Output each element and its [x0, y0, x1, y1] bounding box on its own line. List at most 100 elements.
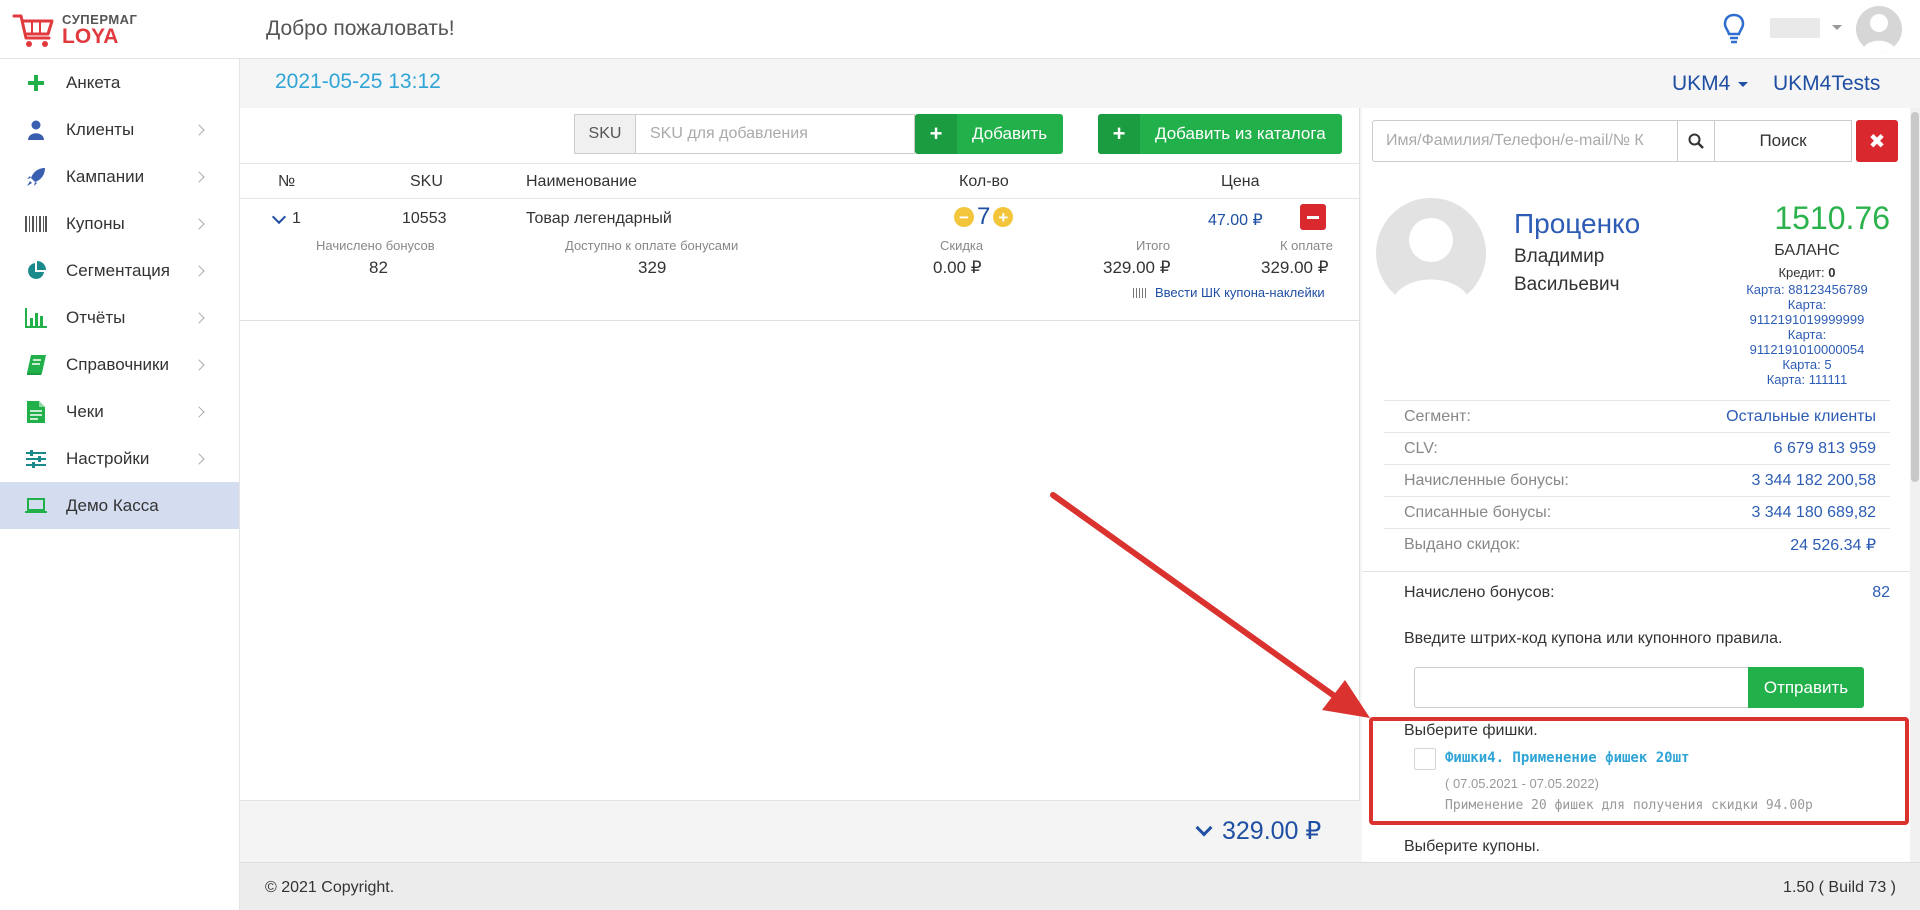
stat-row: Сегмент: Остальные клиенты	[1384, 400, 1890, 432]
available-label: Доступно к оплате бонусами	[565, 238, 739, 253]
user-icon	[24, 118, 48, 142]
add-from-catalog-button[interactable]: + Добавить из каталога	[1098, 114, 1342, 154]
top-bar: СУПЕРМАГ LOYA Добро пожаловать!	[0, 0, 1920, 59]
sidebar-item-receipts[interactable]: Чеки	[0, 388, 239, 435]
sidebar-item-label: Отчёты	[66, 307, 126, 327]
client-middle-name: Васильевич	[1514, 274, 1620, 295]
sidebar-item-anketa[interactable]: Анкета	[0, 59, 239, 106]
logo[interactable]: СУПЕРМАГ LOYA	[12, 8, 212, 52]
sidebar-item-label: Демо Касса	[66, 495, 159, 515]
scrollbar-thumb[interactable]	[1911, 112, 1919, 482]
sidebar-item-directories[interactable]: Справочники	[0, 341, 239, 388]
version: 1.50 ( Build 73 )	[1783, 879, 1896, 896]
table-row: 1 10553 Товар легендарный − 7 + 47.00 ₽ …	[240, 199, 1360, 321]
row-price[interactable]: 47.00 ₽	[1208, 210, 1263, 230]
quantity-value[interactable]: 7	[977, 203, 990, 231]
bonus-value: 82	[369, 258, 388, 277]
sidebar-item-label: Справочники	[66, 354, 169, 374]
plus-icon: +	[1098, 114, 1140, 154]
row-expand-toggle[interactable]: 1	[271, 209, 301, 228]
barcode-icon	[1133, 287, 1147, 298]
sku-addon-label: SKU	[574, 114, 636, 154]
store-name[interactable]: UKM4Tests	[1773, 72, 1880, 96]
logo-line-2: LOYA	[62, 25, 119, 48]
stat-row: Начисленные бонусы: 3 344 182 200,58	[1384, 464, 1890, 496]
sidebar-item-reports[interactable]: Отчёты	[0, 294, 239, 341]
page-title: Добро пожаловать!	[266, 17, 455, 40]
divider	[1362, 571, 1910, 572]
client-search-input[interactable]	[1372, 120, 1678, 162]
sku-input[interactable]	[636, 114, 915, 154]
available-value: 329	[638, 258, 667, 277]
user-name-placeholder[interactable]	[1770, 18, 1820, 38]
sidebar-item-campaigns[interactable]: Кампании	[0, 153, 239, 200]
sidebar-item-coupons[interactable]: Купоны	[0, 200, 239, 247]
column-header-qty: Кол-во	[959, 173, 1009, 190]
card-line: Карта: 5	[1782, 357, 1832, 372]
search-button[interactable]: Поиск	[1714, 120, 1852, 162]
column-header-sku: SKU	[410, 173, 443, 190]
credit-label: Кредит:	[1778, 265, 1825, 280]
discount-label: Скидка	[940, 238, 984, 253]
chevron-right-icon	[193, 311, 205, 324]
stat-value[interactable]: Остальные клиенты	[1726, 408, 1876, 426]
sidebar-item-label: Купоны	[66, 213, 125, 233]
chevron-right-icon	[193, 123, 205, 136]
earned-bonuses: Начислено бонусов: 82	[1404, 584, 1890, 602]
stat-row: Выдано скидок: 24 526.34 ₽	[1384, 528, 1890, 560]
store-selector[interactable]: UKM4	[1672, 72, 1749, 96]
chevron-right-icon	[193, 358, 205, 371]
sidebar-item-label: Кампании	[66, 166, 145, 186]
column-header-num: №	[278, 173, 296, 190]
client-last-name: Проценко	[1514, 208, 1641, 239]
caret-down-icon	[1738, 81, 1749, 87]
sidebar-item-clients[interactable]: Клиенты	[0, 106, 239, 153]
remove-row-button[interactable]	[1300, 204, 1326, 230]
balance-label: БАЛАНС	[1774, 242, 1840, 259]
search-icon[interactable]	[1677, 120, 1715, 162]
scrollbar[interactable]	[1910, 108, 1920, 862]
sidebar-item-segmentation[interactable]: Сегментация	[0, 247, 239, 294]
lightbulb-icon[interactable]	[1722, 13, 1746, 45]
sidebar-item-settings[interactable]: Настройки	[0, 435, 239, 482]
plus-circle-icon[interactable]: +	[993, 207, 1014, 227]
sidebar-item-label: Настройки	[66, 448, 150, 468]
table-header: № SKU Наименование Кол-во Цена	[240, 163, 1360, 199]
sidebar-item-demo-cash[interactable]: Демо Касса	[0, 482, 239, 529]
stat-label: Начисленные бонусы:	[1404, 471, 1569, 489]
enter-coupon-sticker-link[interactable]: Ввести ШК купона-наклейки	[1133, 285, 1325, 300]
barcode-icon	[24, 212, 48, 236]
sliders-icon	[24, 447, 48, 471]
minus-icon[interactable]: −	[954, 207, 974, 227]
client-stats: Сегмент: Остальные клиенты CLV: 6 679 813 …	[1384, 400, 1890, 560]
bonus-label: Начислено бонусов	[316, 238, 435, 253]
coupons-title: Выберите купоны.	[1404, 838, 1540, 855]
client-first-name: Владимир	[1514, 246, 1605, 267]
send-button[interactable]: Отправить	[1748, 667, 1864, 708]
add-button[interactable]: + Добавить	[915, 114, 1063, 154]
rocket-icon	[24, 165, 48, 189]
stat-row: Списанные бонусы: 3 344 180 689,82	[1384, 496, 1890, 528]
stat-value: 6 679 813 959	[1773, 439, 1876, 457]
receipt-icon	[24, 400, 48, 424]
user-menu-caret-icon[interactable]	[1832, 25, 1842, 30]
laptop-icon	[24, 494, 48, 518]
avatar[interactable]	[1856, 6, 1902, 52]
row-number: 1	[292, 210, 301, 227]
coupon-barcode-input[interactable]	[1414, 667, 1750, 708]
add-from-catalog-label: Добавить из каталога	[1155, 124, 1326, 143]
current-datetime: 2021-05-25 13:12	[275, 70, 441, 93]
total-label: Итого	[1136, 238, 1171, 253]
chevron-right-icon	[193, 264, 205, 277]
total-toggle[interactable]: 329.00 ₽	[1195, 816, 1321, 846]
stat-value: 3 344 180 689,82	[1751, 503, 1876, 521]
card-line: Карта:	[1787, 327, 1827, 342]
bar-chart-icon	[24, 306, 48, 330]
column-header-name: Наименование	[526, 173, 637, 190]
quantity-stepper: − 7 +	[954, 203, 1014, 231]
close-icon[interactable]: ✖	[1856, 120, 1898, 162]
credit-value: 0	[1828, 265, 1836, 280]
book-icon	[24, 353, 48, 377]
card-line: Карта: 111111	[1766, 372, 1848, 387]
topay-label: К оплате	[1280, 238, 1334, 253]
